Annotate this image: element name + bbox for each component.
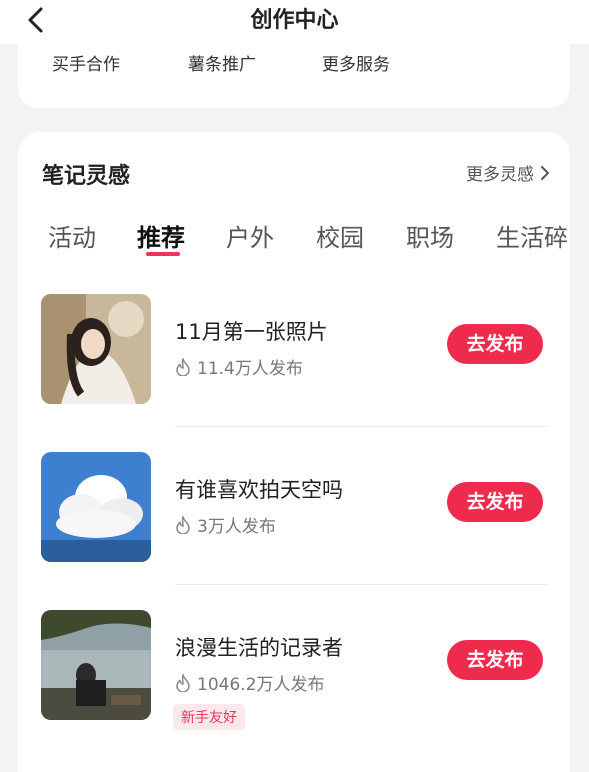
services-card: 买手合作 薯条推广 更多服务 [18,36,570,108]
item-count-text: 3万人发布 [197,517,276,537]
more-inspiration-link[interactable]: 更多灵感 [466,160,550,185]
tab-life[interactable]: 生活碎 [496,218,568,253]
item-title: 有谁喜欢拍天空吗 [175,478,343,502]
more-inspiration-label: 更多灵感 [466,165,534,185]
thumbnail-portrait [41,294,151,404]
thumbnail-lakeside [41,610,151,720]
divider [175,584,548,585]
service-buyer-cooperation[interactable]: 买手合作 [52,50,120,75]
tab-outdoor[interactable]: 户外 [226,218,274,253]
item-count: 11.4万人发布 [175,354,303,379]
tab-activity[interactable]: 活动 [48,218,96,253]
publish-button[interactable]: 去发布 [447,640,543,680]
flame-icon [176,357,190,376]
section-title: 笔记灵感 [42,164,131,189]
flame-icon [176,673,190,692]
tab-campus[interactable]: 校园 [316,218,364,253]
thumbnail-sky [41,452,151,562]
inspiration-card: 笔记灵感 更多灵感 活动 推荐 户外 校园 职场 生活碎 11月第一张照片 11… [18,132,570,772]
active-tab-indicator [146,252,180,256]
divider [175,426,548,427]
item-title: 浪漫生活的记录者 [175,636,343,660]
tab-workplace[interactable]: 职场 [406,218,454,253]
service-promotion[interactable]: 薯条推广 [188,50,256,75]
item-count-text: 1046.2万人发布 [197,675,325,695]
publish-button[interactable]: 去发布 [447,482,543,522]
list-item[interactable]: 浪漫生活的记录者 1046.2万人发布 新手友好 去发布 [18,610,570,766]
beginner-friendly-badge: 新手友好 [173,704,245,730]
item-count-text: 11.4万人发布 [197,359,303,379]
service-more[interactable]: 更多服务 [322,50,390,75]
item-count: 3万人发布 [175,512,276,537]
item-title: 11月第一张照片 [175,320,328,344]
chevron-right-icon [541,165,549,180]
tab-recommended[interactable]: 推荐 [137,218,185,253]
item-count: 1046.2万人发布 [175,670,324,695]
publish-button[interactable]: 去发布 [447,324,543,364]
page-title: 创作中心 [250,8,339,33]
flame-icon [176,515,190,534]
